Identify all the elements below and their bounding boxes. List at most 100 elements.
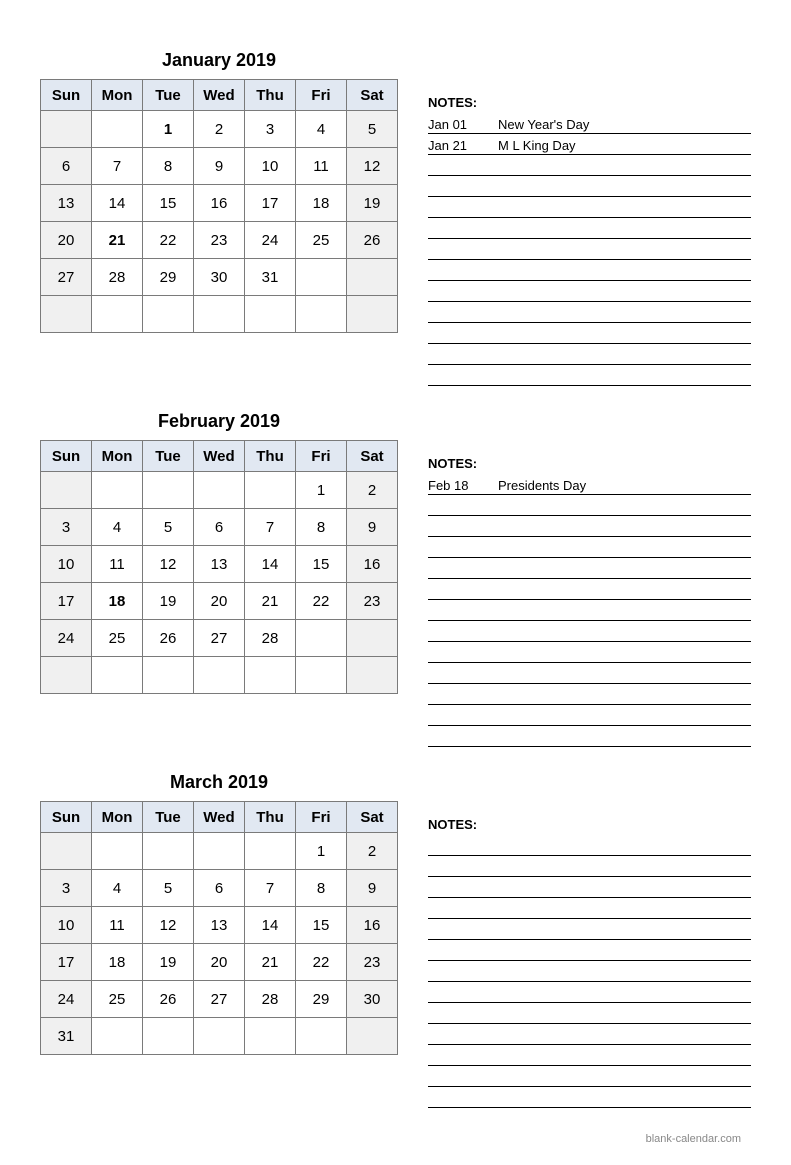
calendar-day: 24: [41, 981, 92, 1018]
calendar-day: 6: [194, 870, 245, 907]
day-header: Mon: [92, 441, 143, 472]
calendar-day: 13: [194, 546, 245, 583]
calendar-day: 26: [143, 981, 194, 1018]
calendar-day: [296, 259, 347, 296]
calendar-column: March 2019SunMonTueWedThuFriSat123456789…: [40, 772, 398, 1108]
day-header: Sat: [347, 802, 398, 833]
calendar-day: 28: [245, 620, 296, 657]
calendar-day: 7: [245, 870, 296, 907]
month-title: January 2019: [40, 50, 398, 71]
calendar-day: 14: [245, 546, 296, 583]
calendar-day: [92, 472, 143, 509]
calendar-day: 15: [296, 907, 347, 944]
calendar-day: [194, 472, 245, 509]
notes-label: NOTES:: [428, 456, 751, 471]
note-line: [428, 1003, 751, 1024]
calendar-day: [194, 657, 245, 694]
calendar-day: 8: [296, 509, 347, 546]
calendar-day: 26: [143, 620, 194, 657]
calendar-day: 15: [143, 185, 194, 222]
note-line: [428, 1024, 751, 1045]
calendar-day: 20: [41, 222, 92, 259]
day-header: Mon: [92, 80, 143, 111]
calendar-day: [92, 833, 143, 870]
day-header: Thu: [245, 802, 296, 833]
calendar-day: [92, 296, 143, 333]
calendar-day: 21: [245, 944, 296, 981]
calendar-column: February 2019SunMonTueWedThuFriSat123456…: [40, 411, 398, 747]
calendar-day: 25: [296, 222, 347, 259]
day-header: Sun: [41, 80, 92, 111]
day-header: Fri: [296, 80, 347, 111]
calendar-day: 15: [296, 546, 347, 583]
calendar-day: 21: [245, 583, 296, 620]
note-line: [428, 197, 751, 218]
calendar-day: 19: [143, 944, 194, 981]
calendar-day: 28: [245, 981, 296, 1018]
calendar-day: 30: [347, 981, 398, 1018]
calendar-column: January 2019SunMonTueWedThuFriSat1234567…: [40, 50, 398, 386]
month-block: January 2019SunMonTueWedThuFriSat1234567…: [40, 50, 751, 386]
calendar-day: 11: [92, 546, 143, 583]
note-line: [428, 495, 751, 516]
calendar-day: 6: [41, 148, 92, 185]
calendar-day: [296, 1018, 347, 1055]
calendar-day: [245, 296, 296, 333]
note-line: Feb 18Presidents Day: [428, 474, 751, 495]
calendar-day: [245, 833, 296, 870]
note-line: [428, 1066, 751, 1087]
note-line: [428, 982, 751, 1003]
calendar-day: 30: [194, 259, 245, 296]
calendar-day: [41, 296, 92, 333]
calendar-day: 27: [194, 981, 245, 1018]
month-title: March 2019: [40, 772, 398, 793]
note-line: [428, 260, 751, 281]
note-line: [428, 558, 751, 579]
footer-attribution: blank-calendar.com: [40, 1133, 751, 1145]
calendar-day: [41, 833, 92, 870]
calendar-day: 23: [347, 944, 398, 981]
day-header: Thu: [245, 441, 296, 472]
calendar-day: 5: [347, 111, 398, 148]
notes-column: NOTES:: [428, 772, 751, 1108]
calendar-day: [347, 296, 398, 333]
calendar-day: 24: [245, 222, 296, 259]
note-line: [428, 705, 751, 726]
calendar-day: 16: [347, 546, 398, 583]
day-header: Tue: [143, 441, 194, 472]
note-line: [428, 281, 751, 302]
calendar-day: 18: [92, 583, 143, 620]
calendar-day: 12: [143, 907, 194, 944]
calendar-day: 29: [143, 259, 194, 296]
month-block: March 2019SunMonTueWedThuFriSat123456789…: [40, 772, 751, 1108]
calendar-day: [245, 1018, 296, 1055]
note-text: Presidents Day: [498, 478, 586, 493]
note-line: [428, 1087, 751, 1108]
day-header: Tue: [143, 80, 194, 111]
calendar-day: 23: [194, 222, 245, 259]
day-header: Sun: [41, 802, 92, 833]
calendar-day: 3: [245, 111, 296, 148]
calendar-day: 29: [296, 981, 347, 1018]
note-line: [428, 877, 751, 898]
calendar-day: [143, 833, 194, 870]
calendar-day: 13: [41, 185, 92, 222]
calendar-day: [92, 111, 143, 148]
day-header: Wed: [194, 802, 245, 833]
notes-column: NOTES:Jan 01New Year's DayJan 21M L King…: [428, 50, 751, 386]
calendar-day: [143, 657, 194, 694]
note-line: [428, 218, 751, 239]
note-line: [428, 726, 751, 747]
calendar-day: 1: [143, 111, 194, 148]
note-line: [428, 919, 751, 940]
calendar-day: 5: [143, 870, 194, 907]
note-line: [428, 176, 751, 197]
calendar-day: 14: [92, 185, 143, 222]
calendar-day: 19: [347, 185, 398, 222]
calendar-day: 24: [41, 620, 92, 657]
note-line: [428, 600, 751, 621]
calendar-day: 16: [194, 185, 245, 222]
calendar-day: [194, 1018, 245, 1055]
calendar-day: 10: [41, 907, 92, 944]
note-line: [428, 835, 751, 856]
